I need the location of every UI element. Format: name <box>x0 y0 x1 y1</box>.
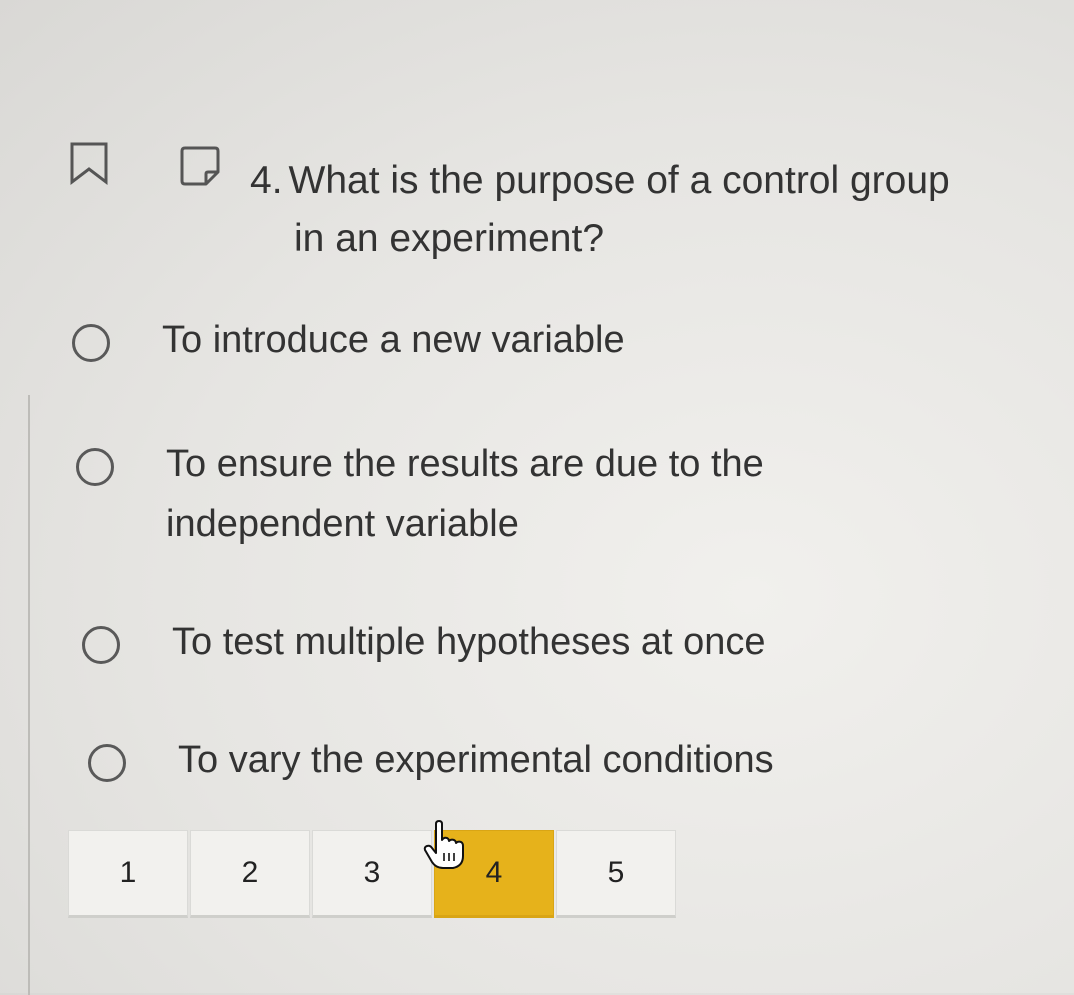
radio-unchecked-icon[interactable] <box>72 324 110 362</box>
answer-option-2[interactable]: To ensure the results are due to the ind… <box>76 443 764 554</box>
question-number: 4. <box>250 159 283 202</box>
page-button-2[interactable]: 2 <box>190 830 310 918</box>
answer-option-4-label: To vary the experimental conditions <box>178 730 774 790</box>
radio-unchecked-icon[interactable] <box>76 448 114 486</box>
page-button-5[interactable]: 5 <box>556 830 676 918</box>
answer-option-2-text-line-2: independent variable <box>166 503 519 545</box>
question-line-2: in an experiment? <box>294 217 605 260</box>
page-button-3[interactable]: 3 <box>312 830 432 918</box>
answer-option-4[interactable]: To vary the experimental conditions <box>88 739 774 790</box>
answer-option-1-text: To introduce a new variable <box>162 319 625 361</box>
radio-unchecked-icon[interactable] <box>82 626 120 664</box>
hand-pointer-cursor-icon <box>422 820 468 870</box>
answer-option-1-label: To introduce a new variable <box>162 310 625 370</box>
answer-option-1[interactable]: To introduce a new variable <box>72 319 625 370</box>
question-text: 4. What is the purpose of a control group… <box>250 152 1030 268</box>
window-left-edge <box>28 395 30 995</box>
answer-option-2-text-line-1: To ensure the results are due to the <box>166 443 764 485</box>
radio-unchecked-icon[interactable] <box>88 744 126 782</box>
bookmark-icon[interactable] <box>66 140 114 188</box>
answer-option-3-text: To test multiple hypotheses at once <box>172 621 766 663</box>
note-icon[interactable] <box>176 142 224 190</box>
question-pager: 1 2 3 4 5 <box>68 830 678 918</box>
answer-option-4-text: To vary the experimental conditions <box>178 739 774 781</box>
answer-option-3-label: To test multiple hypotheses at once <box>172 612 766 672</box>
answer-option-2-label: To ensure the results are due to the ind… <box>166 434 764 554</box>
question-line-1: What is the purpose of a control group <box>288 159 950 202</box>
answer-option-3[interactable]: To test multiple hypotheses at once <box>82 621 766 672</box>
page-button-1[interactable]: 1 <box>68 830 188 918</box>
